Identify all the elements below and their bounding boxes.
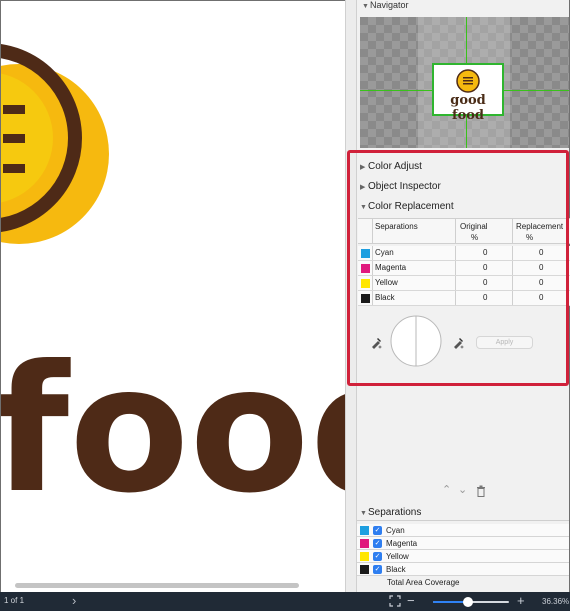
total-area-coverage-label: Total Area Coverage xyxy=(387,578,460,587)
fit-to-window-icon[interactable] xyxy=(389,595,401,607)
fork-tine-2 xyxy=(3,134,25,143)
cyan-swatch xyxy=(360,526,369,535)
collapse-triangle-icon: ▼ xyxy=(360,510,367,517)
separation-label: Cyan xyxy=(386,526,405,535)
fork-tine-3 xyxy=(3,164,25,173)
next-page-icon[interactable]: › xyxy=(72,593,76,608)
navigator-title[interactable]: ▼Navigator xyxy=(357,0,569,14)
black-visibility-checkbox[interactable]: ✓ xyxy=(373,565,382,574)
status-bar: 1 of 1 › − + 36.36% xyxy=(0,592,570,611)
separations-panel-title[interactable]: ▼Separations xyxy=(357,505,569,521)
move-down-icon[interactable]: ⌄ xyxy=(458,483,467,496)
page-indicator: 1 of 1 xyxy=(4,596,25,605)
thumbnail-text: good food xyxy=(450,93,486,123)
yellow-swatch xyxy=(360,552,369,561)
separation-row-magenta[interactable]: ✓ Magenta xyxy=(357,537,569,550)
separation-row-yellow[interactable]: ✓ Yellow xyxy=(357,550,569,563)
black-swatch xyxy=(360,565,369,574)
magenta-swatch xyxy=(360,539,369,548)
navigator-thumbnail: good food xyxy=(432,63,504,123)
move-up-icon[interactable]: ⌃ xyxy=(442,483,451,496)
separation-label: Black xyxy=(386,565,406,574)
zoom-in-button[interactable]: + xyxy=(517,593,525,608)
artwork-text-food: food xyxy=(1,329,345,532)
highlight-box xyxy=(347,150,569,386)
horizontal-scrollbar[interactable] xyxy=(15,583,299,588)
separation-label: Yellow xyxy=(386,552,409,561)
magenta-visibility-checkbox[interactable]: ✓ xyxy=(373,539,382,548)
document-canvas[interactable]: food xyxy=(1,1,345,592)
collapse-triangle-icon: ▼ xyxy=(362,3,369,10)
artwork: food xyxy=(1,44,345,532)
navigator-preview[interactable]: good food xyxy=(360,17,569,148)
cyan-visibility-checkbox[interactable]: ✓ xyxy=(373,526,382,535)
separation-row-black[interactable]: ✓ Black xyxy=(357,563,569,576)
separation-row-cyan[interactable]: ✓ Cyan xyxy=(357,524,569,537)
zoom-slider-knob[interactable] xyxy=(463,597,473,607)
trash-icon[interactable] xyxy=(476,485,486,497)
fork-tine-1 xyxy=(3,105,25,114)
zoom-slider-fill xyxy=(433,601,467,603)
yellow-visibility-checkbox[interactable]: ✓ xyxy=(373,552,382,561)
zoom-value[interactable]: 36.36% xyxy=(542,597,569,606)
zoom-out-button[interactable]: − xyxy=(407,593,415,608)
separation-label: Magenta xyxy=(386,539,418,548)
